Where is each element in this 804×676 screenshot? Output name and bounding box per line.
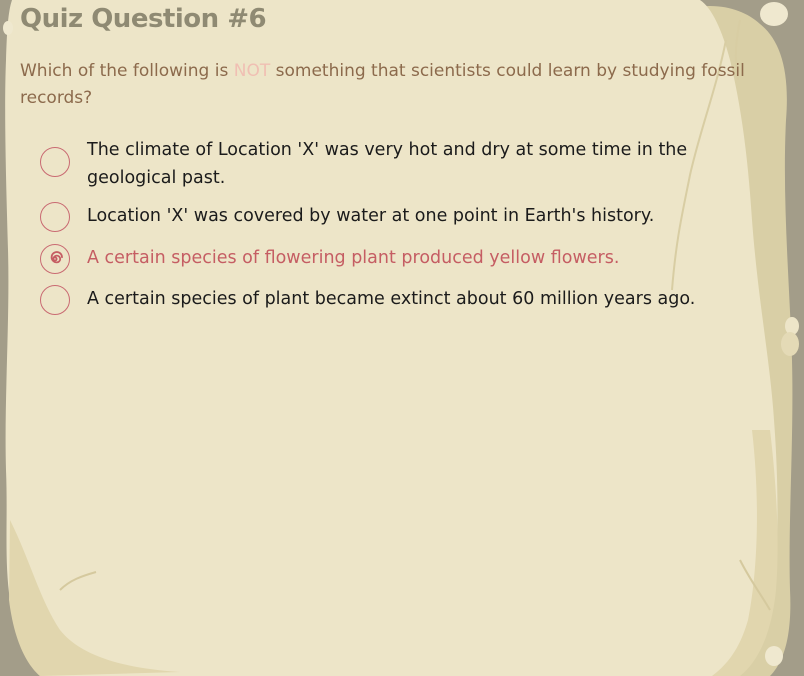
radio-button[interactable] xyxy=(40,202,70,232)
quiz-stage: Quiz Question #6 Which of the following … xyxy=(0,0,804,676)
answer-option-label: Location 'X' was covered by water at one… xyxy=(87,206,655,226)
radio-button[interactable] xyxy=(40,147,70,177)
question-highlight: NOT xyxy=(233,61,271,81)
answer-option-label: A certain species of plant became extinc… xyxy=(87,289,696,309)
answer-option-1[interactable]: The climate of Location 'X' was very hot… xyxy=(40,136,760,192)
radio-button[interactable] xyxy=(40,285,70,315)
pebble xyxy=(765,646,783,666)
answer-option-2[interactable]: Location 'X' was covered by water at one… xyxy=(40,202,760,232)
answer-option-label: The climate of Location 'X' was very hot… xyxy=(87,140,688,188)
answer-option-label: A certain species of flowering plant pro… xyxy=(87,248,620,268)
pebble xyxy=(781,332,799,356)
quiz-title: Quiz Question #6 xyxy=(20,4,267,34)
answer-option-3[interactable]: A certain species of flowering plant pro… xyxy=(40,244,760,274)
pebble xyxy=(760,2,788,26)
pebble xyxy=(785,317,799,335)
answer-option-4[interactable]: A certain species of plant became extinc… xyxy=(40,285,760,315)
question-text-start: Which of the following is xyxy=(20,61,234,81)
question-text: Which of the following is NOT something … xyxy=(20,58,760,112)
radio-button-selected[interactable] xyxy=(40,244,70,274)
spiral-check-icon xyxy=(50,251,63,264)
pebble xyxy=(3,21,13,35)
